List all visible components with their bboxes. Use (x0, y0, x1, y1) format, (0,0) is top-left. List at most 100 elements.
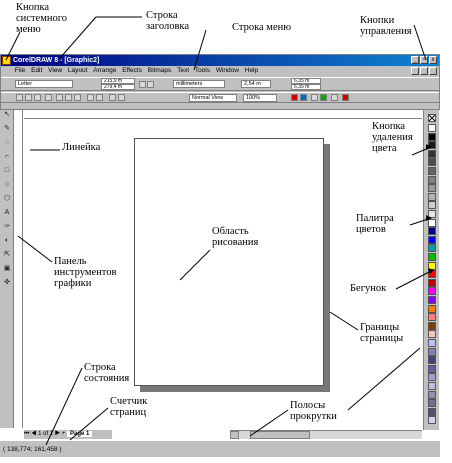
menu-file[interactable]: File (13, 66, 27, 76)
palette-swatch[interactable] (428, 407, 436, 416)
palette-swatch[interactable] (428, 313, 436, 322)
view-mode-select[interactable]: Normal View (189, 94, 237, 102)
palette-swatch[interactable] (428, 304, 436, 313)
horizontal-ruler[interactable] (24, 110, 422, 119)
scrapbook-button[interactable] (311, 94, 318, 101)
text-tool-icon[interactable]: A (2, 208, 12, 217)
new-button[interactable] (16, 94, 23, 101)
palette-swatch[interactable] (428, 364, 436, 373)
scroll-left-button[interactable] (230, 431, 239, 439)
palette-swatch[interactable] (428, 347, 436, 356)
palette-swatch[interactable] (428, 270, 436, 279)
copy-button[interactable] (65, 94, 72, 101)
paste-button[interactable] (74, 94, 81, 101)
menu-text[interactable]: Text (175, 66, 191, 76)
palette-swatch[interactable] (428, 278, 436, 287)
palette-swatch[interactable] (428, 158, 436, 167)
palette-swatch[interactable] (428, 227, 436, 236)
app-launcher-button[interactable] (291, 94, 298, 101)
palette-swatch[interactable] (428, 339, 436, 347)
vertical-ruler[interactable] (14, 110, 23, 428)
drawing-page[interactable] (134, 138, 324, 386)
horizontal-scroll-thumb[interactable] (250, 431, 310, 439)
ellipse-tool-icon[interactable]: ○ (2, 180, 12, 189)
palette-swatch[interactable] (428, 253, 436, 261)
nudge-field[interactable]: 2,54 m (241, 80, 271, 88)
next-page-button[interactable]: ▶ (55, 431, 60, 437)
export-button[interactable] (118, 94, 125, 101)
palette-swatch[interactable] (428, 390, 436, 399)
palette-swatch[interactable] (428, 149, 436, 158)
corel-launcher-button[interactable] (300, 94, 307, 101)
palette-swatch[interactable] (428, 399, 436, 408)
palette-swatch[interactable] (428, 382, 436, 390)
palette-swatch[interactable] (428, 210, 436, 218)
system-menu-button[interactable] (2, 56, 11, 65)
transparency-tool-icon[interactable]: ✜ (2, 278, 12, 287)
zoom-tool-icon[interactable]: ◌ (2, 138, 12, 147)
palette-swatch[interactable] (428, 296, 436, 304)
internet-button[interactable] (320, 94, 327, 101)
menu-window[interactable]: Window (214, 66, 241, 76)
horizontal-scrollbar[interactable] (230, 430, 422, 439)
palette-swatch[interactable] (428, 356, 436, 365)
eyedropper-tool-icon[interactable]: ◐ (2, 236, 12, 245)
palette-swatch[interactable] (428, 261, 436, 270)
palette-swatch[interactable] (428, 124, 436, 132)
doc-minimize-button[interactable] (411, 67, 419, 75)
pick-tool-icon[interactable]: ↖ (2, 110, 12, 119)
duplicate-y-field[interactable]: 6,35 m (291, 84, 321, 90)
first-page-button[interactable]: ⏮ (24, 431, 29, 437)
options-button[interactable] (331, 94, 338, 101)
menu-tools[interactable]: Tools (193, 66, 212, 76)
palette-swatch[interactable] (428, 330, 436, 339)
landscape-button[interactable] (147, 81, 154, 88)
palette-swatch[interactable] (428, 373, 436, 382)
prev-page-button[interactable]: ◀ (31, 431, 36, 437)
portrait-button[interactable] (139, 81, 146, 88)
delete-color-button[interactable] (428, 114, 436, 122)
redo-button[interactable] (96, 94, 103, 101)
paper-size-select[interactable]: Letter (15, 80, 73, 88)
polygon-tool-icon[interactable]: ⬡ (2, 194, 12, 203)
help-button[interactable] (342, 94, 349, 101)
maximize-button[interactable]: ▫ (420, 56, 428, 64)
fill-tool-icon[interactable]: ▣ (2, 264, 12, 273)
cut-button[interactable] (56, 94, 63, 101)
page-tab[interactable]: Page 1 (67, 431, 93, 437)
zoom-select[interactable]: 100% (243, 94, 277, 102)
menu-help[interactable]: Help (243, 66, 260, 76)
palette-swatch[interactable] (428, 244, 436, 253)
outline-tool-icon[interactable]: ⇱ (2, 250, 12, 259)
menu-edit[interactable]: Edit (29, 66, 44, 76)
palette-swatch[interactable] (428, 192, 436, 201)
doc-maximize-button[interactable] (420, 67, 428, 75)
add-page-button[interactable]: + (62, 431, 66, 437)
undo-button[interactable] (87, 94, 94, 101)
palette-swatch[interactable] (428, 132, 436, 141)
palette-swatch[interactable] (428, 167, 436, 175)
palette-swatch[interactable] (428, 218, 436, 227)
palette-swatch[interactable] (428, 175, 436, 184)
menu-effects[interactable]: Effects (120, 66, 144, 76)
save-button[interactable] (34, 94, 41, 101)
palette-swatch[interactable] (428, 287, 436, 296)
interactive-tool-icon[interactable]: ✑ (2, 222, 12, 231)
close-button[interactable]: x (429, 56, 437, 64)
page-height-field[interactable]: 279,4 m (101, 84, 135, 90)
doc-close-button[interactable] (429, 67, 437, 75)
palette-swatch[interactable] (428, 321, 436, 330)
print-button[interactable] (45, 94, 52, 101)
palette-swatch[interactable] (428, 141, 436, 150)
units-select[interactable]: millimeters (173, 80, 225, 88)
palette-swatch[interactable] (428, 416, 436, 425)
open-button[interactable] (25, 94, 32, 101)
menu-layout[interactable]: Layout (66, 66, 90, 76)
menu-bitmaps[interactable]: Bitmaps (146, 66, 173, 76)
menu-arrange[interactable]: Arrange (91, 66, 118, 76)
rectangle-tool-icon[interactable]: □ (2, 166, 12, 175)
palette-swatch[interactable] (428, 235, 436, 244)
import-button[interactable] (109, 94, 116, 101)
shape-tool-icon[interactable]: ✎ (2, 124, 12, 133)
title-bar[interactable]: CorelDRAW 8 - [Graphic2] (1, 55, 439, 66)
